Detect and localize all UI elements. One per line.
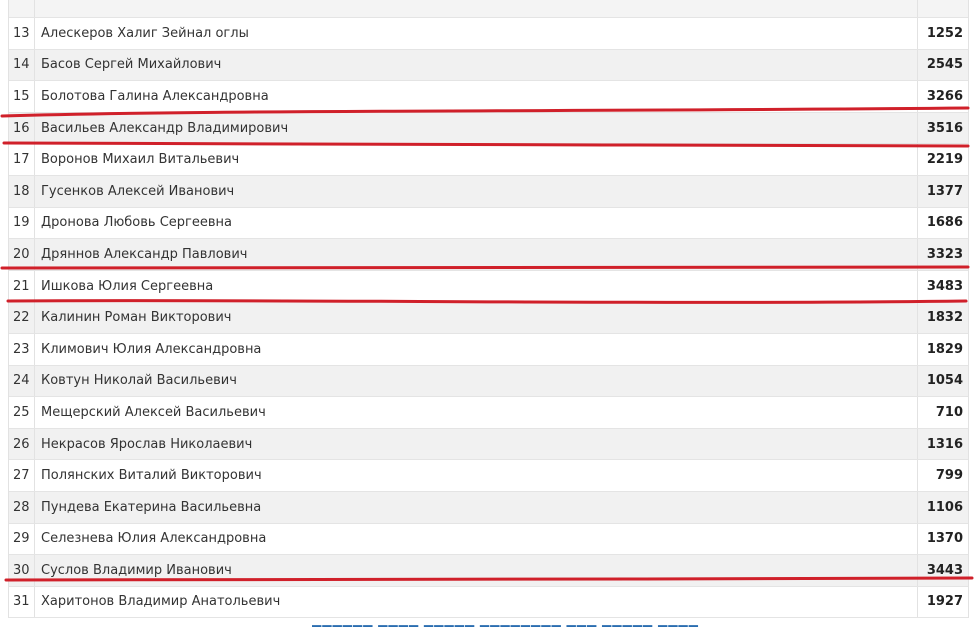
header-cell-name — [35, 0, 918, 17]
row-number: 15 — [9, 81, 35, 112]
row-number: 23 — [9, 333, 35, 365]
table-row: 23 Климович Юлия Александровна 1829 — [9, 333, 968, 366]
table-row: 22 Калинин Роман Викторович 1832 — [9, 302, 968, 334]
vote-count: 1252 — [926, 25, 963, 41]
header-cell-value — [918, 0, 968, 17]
row-number: 18 — [9, 175, 35, 207]
row-number: 13 — [9, 18, 35, 49]
row-number: 28 — [9, 491, 35, 523]
table-row: 17 Воронов Михаил Витальевич 2219 — [9, 144, 968, 176]
table-row: 27 Полянских Виталий Викторович 799 — [9, 460, 968, 492]
table-row: 15 Болотова Галина Александровна 3266 — [9, 81, 968, 113]
vote-count: 2545 — [926, 57, 963, 73]
row-number: 27 — [9, 460, 35, 491]
vote-count: 3483 — [926, 278, 963, 294]
vote-count: 3266 — [926, 88, 963, 104]
candidate-name: Воронов Михаил Витальевич — [35, 144, 918, 175]
table-row: 19 Дронова Любовь Сергеевна 1686 — [9, 207, 968, 240]
table-row: 16 Васильев Александр Владимирович 3516 — [9, 112, 968, 145]
candidate-name: Харитонов Владимир Анатольевич — [35, 586, 918, 618]
candidate-name: Мещерский Алексей Васильевич — [35, 397, 918, 428]
candidate-name: Гусенков Алексей Иванович — [35, 175, 918, 207]
candidate-name: Суслов Владимир Иванович — [35, 555, 918, 586]
candidate-name: Некрасов Ярослав Николаевич — [35, 428, 918, 460]
table-row: 28 Пундева Екатерина Васильевна 1106 — [9, 491, 968, 524]
row-number: 31 — [9, 586, 35, 618]
candidate-name: Болотова Галина Александровна — [35, 81, 918, 112]
row-number: 17 — [9, 144, 35, 175]
vote-count: 1377 — [926, 183, 963, 199]
table-row: 14 Басов Сергей Михайлович 2545 — [9, 49, 968, 82]
candidate-name: Дронова Любовь Сергеевна — [35, 207, 918, 239]
footer-link-cutoff[interactable]: ▁▁▁▁▁▁ ▁▁▁▁ ▁▁▁▁▁ ▁▁▁▁▁▁▁▁ ▁▁▁ ▁▁▁▁▁ ▁▁▁… — [312, 617, 967, 627]
table-row: 25 Мещерский Алексей Васильевич 710 — [9, 397, 968, 429]
table-row: 26 Некрасов Ярослав Николаевич 1316 — [9, 428, 968, 461]
vote-count: 799 — [935, 468, 963, 484]
candidate-name: Ишкова Юлия Сергеевна — [35, 270, 918, 302]
row-number: 26 — [9, 428, 35, 460]
vote-count: 3443 — [926, 562, 963, 578]
candidate-name: Дряннов Александр Павлович — [35, 239, 918, 270]
vote-count: 1829 — [926, 341, 963, 357]
table-row: 13 Алескеров Халиг Зейнал оглы 1252 — [9, 18, 968, 50]
row-number: 19 — [9, 207, 35, 239]
vote-count: 1054 — [926, 373, 963, 389]
table-row: 24 Ковтун Николай Васильевич 1054 — [9, 365, 968, 398]
table-row: 29 Селезнева Юлия Александровна 1370 — [9, 523, 968, 556]
vote-count: 2219 — [926, 152, 963, 168]
table-row: 20 Дряннов Александр Павлович 3323 — [9, 239, 968, 271]
header-cell-num — [9, 0, 35, 17]
table-row: 31 Харитонов Владимир Анатольевич 1927 — [9, 586, 968, 619]
vote-count: 1106 — [926, 499, 963, 515]
row-number: 21 — [9, 270, 35, 302]
candidate-name: Калинин Роман Викторович — [35, 302, 918, 333]
row-number: 30 — [9, 555, 35, 586]
candidate-name: Полянских Виталий Викторович — [35, 460, 918, 491]
vote-count: 1832 — [926, 310, 963, 326]
row-number: 22 — [9, 302, 35, 333]
vote-count: 710 — [935, 404, 963, 420]
candidate-name: Васильев Александр Владимирович — [35, 112, 918, 144]
table-row: 21 Ишкова Юлия Сергеевна 3483 — [9, 270, 968, 303]
vote-count: 3516 — [926, 120, 963, 136]
table-row: 18 Гусенков Алексей Иванович 1377 — [9, 175, 968, 208]
vote-count: 1370 — [926, 531, 963, 547]
table-row: 30 Суслов Владимир Иванович 3443 — [9, 555, 968, 587]
row-number: 20 — [9, 239, 35, 270]
footer-link-fragment: ▁▁▁▁▁▁ ▁▁▁▁ ▁▁▁▁▁ ▁▁▁▁▁▁▁▁ ▁▁▁ ▁▁▁▁▁ ▁▁▁… — [312, 617, 699, 627]
table-header-row — [9, 0, 968, 18]
candidate-name: Ковтун Николай Васильевич — [35, 365, 918, 397]
row-number: 16 — [9, 112, 35, 144]
vote-count: 3323 — [926, 246, 963, 262]
candidate-name: Селезнева Юлия Александровна — [35, 523, 918, 555]
vote-count: 1316 — [926, 436, 963, 452]
results-table: 13 Алескеров Халиг Зейнал оглы 1252 14 Б… — [8, 0, 969, 619]
candidate-name: Пундева Екатерина Васильевна — [35, 491, 918, 523]
vote-count: 1927 — [926, 594, 963, 610]
candidate-name: Басов Сергей Михайлович — [35, 49, 918, 81]
row-number: 24 — [9, 365, 35, 397]
candidate-name: Алескеров Халиг Зейнал оглы — [35, 18, 918, 49]
candidate-name: Климович Юлия Александровна — [35, 333, 918, 365]
row-number: 29 — [9, 523, 35, 555]
vote-count: 1686 — [926, 215, 963, 231]
row-number: 14 — [9, 49, 35, 81]
row-number: 25 — [9, 397, 35, 428]
